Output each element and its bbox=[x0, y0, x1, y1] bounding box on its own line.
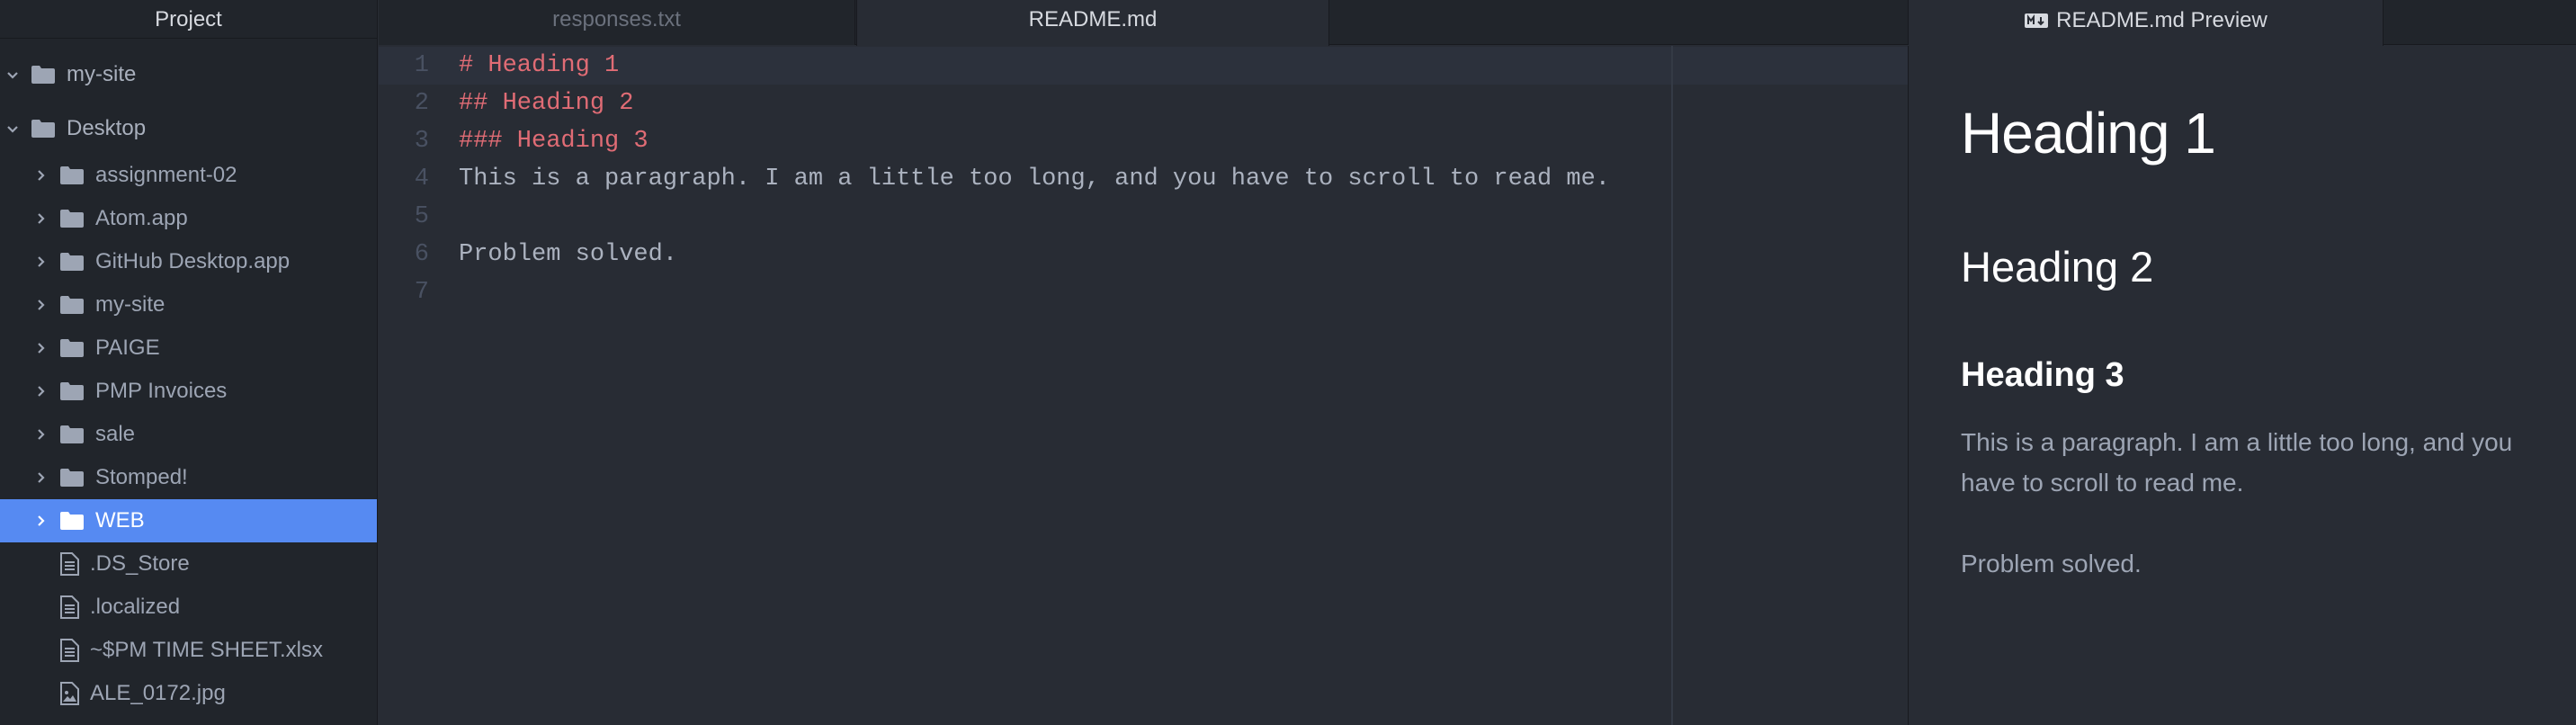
line-number: 4 bbox=[414, 166, 429, 192]
tree-item-label: Atom.app bbox=[95, 206, 188, 230]
tree-item-atom-app[interactable]: Atom.app bbox=[0, 197, 377, 240]
file-text-icon bbox=[59, 552, 79, 576]
tree-item-stomped[interactable]: Stomped! bbox=[0, 456, 377, 499]
tree-item-label: PMP Invoices bbox=[95, 379, 228, 403]
markdown-icon bbox=[2024, 13, 2049, 29]
folder-icon bbox=[59, 209, 85, 228]
line-number: 1 bbox=[414, 52, 429, 79]
chevron-down-icon bbox=[5, 121, 20, 136]
chevron-right-icon bbox=[34, 255, 49, 269]
chevron-right-icon bbox=[34, 211, 49, 226]
chevron-right-icon bbox=[34, 470, 49, 485]
folder-icon bbox=[59, 511, 85, 531]
tree-item-paige[interactable]: PAIGE bbox=[0, 327, 377, 370]
file-text-icon bbox=[59, 595, 79, 619]
line-number: 6 bbox=[414, 241, 429, 268]
preview-heading-2: Heading 2 bbox=[1961, 243, 2154, 291]
folder-icon bbox=[59, 252, 85, 272]
chevron-right-icon bbox=[34, 341, 49, 355]
folder-icon bbox=[59, 295, 85, 315]
tree-item-label: PAIGE bbox=[95, 336, 160, 360]
line-number: 7 bbox=[414, 279, 429, 306]
tree-item-desktop-root[interactable]: Desktop bbox=[0, 107, 377, 150]
chevron-right-icon bbox=[34, 427, 49, 442]
tree-item-label: ALE_0172.jpg bbox=[90, 681, 226, 705]
tree-item-label: ~$PM TIME SHEET.xlsx bbox=[90, 638, 323, 662]
preview-paragraph: This is a paragraph. I am a little too l… bbox=[1961, 428, 2513, 497]
tab-label: README.md Preview bbox=[2056, 7, 2267, 32]
tree-item-localized[interactable]: .localized bbox=[0, 586, 377, 629]
chevron-right-icon bbox=[34, 168, 49, 183]
line-number: 2 bbox=[414, 90, 429, 117]
chevron-right-icon bbox=[34, 298, 49, 312]
folder-icon bbox=[31, 65, 56, 85]
tree-item-my-site-root[interactable]: my-site bbox=[0, 53, 377, 96]
text-editor[interactable]: 1 2 3 4 5 6 7 # Heading 1 ## Heading 2 #… bbox=[379, 46, 1908, 725]
preview-tab-bar: README.md Preview bbox=[1908, 0, 2576, 46]
chevron-right-icon bbox=[34, 384, 49, 398]
editor-tab-bar: responses.txt README.md bbox=[379, 0, 1908, 46]
folder-icon bbox=[59, 468, 85, 488]
line-number: 3 bbox=[414, 128, 429, 155]
chevron-right-icon bbox=[34, 514, 49, 528]
file-text-icon bbox=[59, 639, 79, 662]
tree-item-label: my-site bbox=[95, 292, 165, 317]
tree-view-title[interactable]: Project bbox=[0, 0, 377, 39]
folder-icon bbox=[59, 166, 85, 185]
tree-item-label: WEB bbox=[95, 508, 145, 533]
folder-icon bbox=[31, 119, 56, 139]
tree-item-label: sale bbox=[95, 422, 136, 446]
code-line: ## Heading 2 bbox=[459, 90, 634, 117]
tree-item-ds-store[interactable]: .DS_Store bbox=[0, 542, 377, 586]
preview-heading-1: Heading 1 bbox=[1961, 101, 2216, 166]
wrap-guide bbox=[1671, 46, 1673, 725]
tree-view: Project my-site Desktop assignment-02 At… bbox=[0, 0, 378, 725]
file-image-icon bbox=[59, 682, 79, 705]
tree-item-label: .localized bbox=[90, 595, 181, 619]
tree-item-web[interactable]: WEB bbox=[0, 499, 377, 542]
tree-item-sale[interactable]: sale bbox=[0, 413, 377, 456]
tree-item-label: GitHub Desktop.app bbox=[95, 249, 291, 273]
folder-icon bbox=[59, 381, 85, 401]
markdown-preview: Heading 1 Heading 2 Heading 3 This is a … bbox=[1908, 46, 2576, 725]
tree-item-label: .DS_Store bbox=[90, 551, 190, 576]
chevron-down-icon bbox=[5, 67, 20, 82]
tree-item-label: Desktop bbox=[67, 116, 147, 140]
code-line: Problem solved. bbox=[459, 241, 678, 268]
line-number: 5 bbox=[414, 203, 429, 230]
tree-item-label: Stomped! bbox=[95, 465, 188, 489]
tree-item-github-desktop-app[interactable]: GitHub Desktop.app bbox=[0, 240, 377, 283]
preview-paragraph: Problem solved. bbox=[1961, 550, 2142, 577]
tree-item-label: my-site bbox=[67, 62, 137, 86]
folder-icon bbox=[59, 425, 85, 444]
tree-item-pm-time-sheet[interactable]: ~$PM TIME SHEET.xlsx bbox=[0, 629, 377, 672]
code-line: This is a paragraph. I am a little too l… bbox=[459, 166, 1611, 192]
tree-item-pmp-invoices[interactable]: PMP Invoices bbox=[0, 370, 377, 413]
preview-heading-3: Heading 3 bbox=[1961, 356, 2124, 394]
tab-readme-preview[interactable]: README.md Preview bbox=[1909, 0, 2384, 46]
tab-readme-md[interactable]: README.md bbox=[856, 0, 1329, 46]
tree-item-assignment-02[interactable]: assignment-02 bbox=[0, 154, 377, 197]
tab-responses-txt[interactable]: responses.txt bbox=[379, 0, 855, 45]
tree-item-ale-0172[interactable]: ALE_0172.jpg bbox=[0, 672, 377, 715]
folder-icon bbox=[59, 338, 85, 358]
code-line: ### Heading 3 bbox=[459, 128, 648, 155]
tree-item-label: assignment-02 bbox=[95, 163, 237, 187]
code-line: # Heading 1 bbox=[459, 52, 620, 79]
tree-item-my-site[interactable]: my-site bbox=[0, 283, 377, 327]
